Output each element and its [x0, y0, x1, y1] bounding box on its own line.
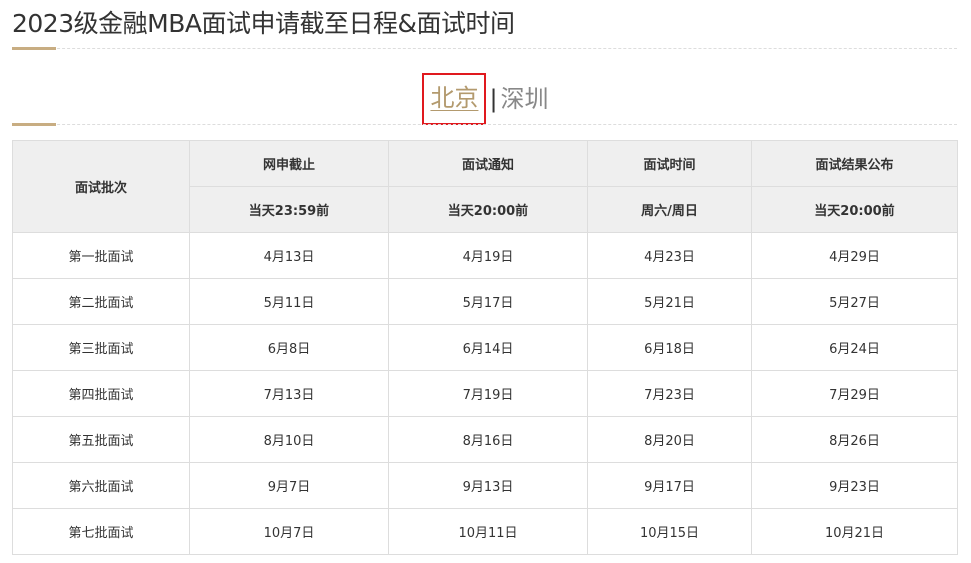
cell-interview-notice: 4月19日 — [388, 232, 588, 279]
cell-apply-deadline: 5月11日 — [189, 278, 389, 325]
cell-result-announce: 9月23日 — [751, 462, 958, 509]
cell-result-announce: 10月21日 — [751, 508, 958, 555]
cell-apply-deadline: 9月7日 — [189, 462, 389, 509]
cell-interview-time: 4月23日 — [587, 232, 752, 279]
tab-separator: | — [489, 85, 498, 113]
cell-interview-notice: 7月19日 — [388, 370, 588, 417]
table-header-row: 面试批次 网申截止 面试通知 面试时间 面试结果公布 — [12, 140, 958, 233]
cell-result-announce: 6月24日 — [751, 324, 958, 371]
subheader-interview-notice: 当天20:00前 — [388, 186, 588, 233]
cell-result-announce: 5月27日 — [751, 278, 958, 325]
table-row: 第四批面试 7月13日 7月19日 7月23日 7月29日 — [12, 370, 958, 417]
table-row: 第五批面试 8月10日 8月16日 8月20日 8月26日 — [12, 416, 958, 463]
subheader-apply-deadline: 当天23:59前 — [189, 186, 389, 233]
header-interview-notice: 面试通知 — [388, 140, 588, 187]
cell-batch: 第一批面试 — [12, 232, 190, 279]
header-interview-time: 面试时间 — [587, 140, 752, 187]
page-title: 2023级金融MBA面试申请截至日程&面试时间 — [12, 9, 515, 38]
title-divider — [12, 48, 957, 49]
subheader-interview-time: 周六/周日 — [587, 186, 752, 233]
cell-interview-time: 5月21日 — [587, 278, 752, 325]
tab-beijing[interactable]: 北京 — [422, 73, 487, 125]
tabs-accent-bar — [12, 123, 56, 126]
table-row: 第七批面试 10月7日 10月11日 10月15日 10月21日 — [12, 508, 958, 555]
cell-interview-time: 8月20日 — [587, 416, 752, 463]
cell-batch: 第五批面试 — [12, 416, 190, 463]
cell-apply-deadline: 6月8日 — [189, 324, 389, 371]
schedule-table: 面试批次 网申截止 面试通知 面试时间 面试结果公布 当天23:59前 当天20… — [12, 140, 958, 555]
subheader-result-announce: 当天20:00前 — [751, 186, 958, 233]
cell-interview-time: 6月18日 — [587, 324, 752, 371]
cell-interview-notice: 5月17日 — [388, 278, 588, 325]
cell-result-announce: 4月29日 — [751, 232, 958, 279]
table-row: 第一批面试 4月13日 4月19日 4月23日 4月29日 — [12, 232, 958, 279]
cell-batch: 第三批面试 — [12, 324, 190, 371]
header-apply-deadline: 网申截止 — [189, 140, 389, 187]
cell-apply-deadline: 7月13日 — [189, 370, 389, 417]
header-batch: 面试批次 — [12, 140, 190, 233]
title-accent-bar — [12, 47, 56, 50]
cell-batch: 第六批面试 — [12, 462, 190, 509]
cell-apply-deadline: 4月13日 — [189, 232, 389, 279]
cell-interview-notice: 8月16日 — [388, 416, 588, 463]
cell-interview-time: 7月23日 — [587, 370, 752, 417]
table-row: 第六批面试 9月7日 9月13日 9月17日 9月23日 — [12, 462, 958, 509]
cell-interview-notice: 6月14日 — [388, 324, 588, 371]
cell-result-announce: 7月29日 — [751, 370, 958, 417]
header-result-announce: 面试结果公布 — [751, 140, 958, 187]
tab-shenzhen[interactable]: 深圳 — [501, 76, 549, 122]
cell-apply-deadline: 10月7日 — [189, 508, 389, 555]
cell-interview-time: 10月15日 — [587, 508, 752, 555]
cell-interview-time: 9月17日 — [587, 462, 752, 509]
city-tabs: 北京 | 深圳 — [0, 73, 971, 126]
tabs-divider — [12, 124, 957, 125]
cell-batch: 第二批面试 — [12, 278, 190, 325]
table-row: 第三批面试 6月8日 6月14日 6月18日 6月24日 — [12, 324, 958, 371]
cell-apply-deadline: 8月10日 — [189, 416, 389, 463]
page: 2023级金融MBA面试申请截至日程&面试时间 北京 | 深圳 面试批次 网申截止 … — [0, 0, 971, 563]
cell-batch: 第四批面试 — [12, 370, 190, 417]
table-row: 第二批面试 5月11日 5月17日 5月21日 5月27日 — [12, 278, 958, 325]
cell-result-announce: 8月26日 — [751, 416, 958, 463]
cell-batch: 第七批面试 — [12, 508, 190, 555]
cell-interview-notice: 9月13日 — [388, 462, 588, 509]
cell-interview-notice: 10月11日 — [388, 508, 588, 555]
city-tabs-inner: 北京 | 深圳 — [422, 73, 549, 125]
